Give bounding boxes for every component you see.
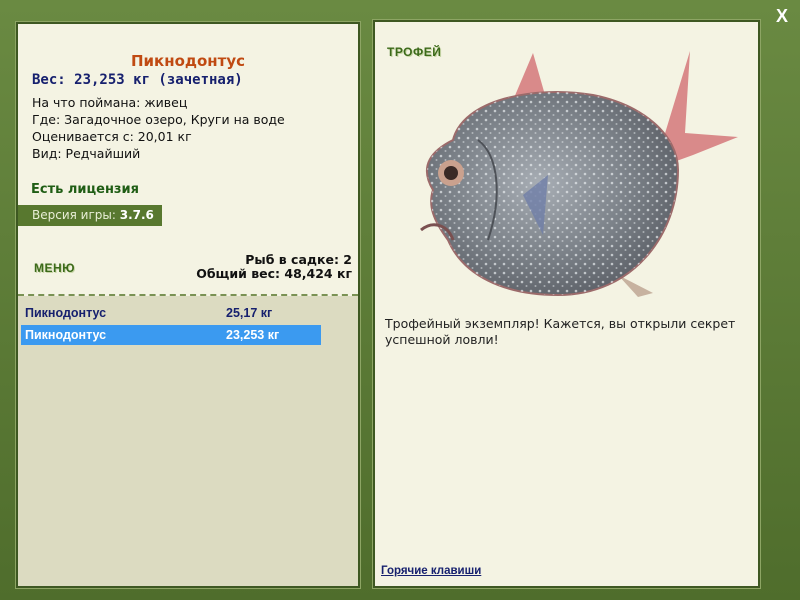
catch-info-panel: Пикнодонтус Вес: 23,253 кг (зачетная) На…: [16, 22, 360, 588]
bait-info: На что поймана: живец: [32, 95, 188, 110]
version-bar: Версия игры: 3.7.6: [18, 205, 162, 226]
scoring-info: Оценивается с: 20,01 кг: [32, 129, 192, 144]
rarity-info: Вид: Редчайший: [32, 146, 141, 161]
fish-name: Пикнодонтус: [130, 52, 246, 70]
cage-total-weight: Общий вес: 48,424 кг: [196, 266, 352, 281]
cage-summary: Рыб в садке: 2 Общий вес: 48,424 кг: [196, 253, 352, 281]
list-item-selected[interactable]: Пикнодонтус 23,253 кг: [21, 325, 321, 345]
list-item[interactable]: Пикнодонтус 25,17 кг: [21, 303, 321, 323]
tail-fin: [663, 51, 738, 163]
menu-button[interactable]: МЕНЮ: [34, 261, 75, 275]
license-status: Есть лицензия: [31, 182, 139, 197]
eye-pupil: [444, 166, 458, 180]
list-item-name: Пикнодонтус: [25, 306, 107, 320]
divider: [18, 294, 358, 296]
fish-info: На что поймана: живец Где: Загадочное оз…: [32, 94, 285, 162]
version-label: Версия игры:: [32, 208, 116, 222]
fish-weight: Вес: 23,253 кг (зачетная): [32, 72, 243, 88]
trophy-description: Трофейный экземпляр! Кажется, вы открыли…: [385, 316, 736, 347]
fish-image: [420, 51, 738, 297]
cage-count: Рыб в садке: 2: [245, 252, 352, 267]
location-info: Где: Загадочное озеро, Круги на воде: [32, 112, 285, 127]
trophy-panel: ТРОФЕЙ Трофейный экземпляр! Кажется, вы …: [373, 20, 760, 588]
list-item-name: Пикнодонтус: [25, 328, 107, 342]
version-value: 3.7.6: [119, 208, 154, 222]
close-button[interactable]: X: [770, 5, 794, 27]
list-item-weight: 25,17 кг: [226, 306, 273, 320]
ventral-fin: [618, 275, 653, 297]
hotkeys-link[interactable]: Горячие клавиши: [381, 565, 481, 577]
list-item-weight: 23,253 кг: [226, 328, 280, 342]
